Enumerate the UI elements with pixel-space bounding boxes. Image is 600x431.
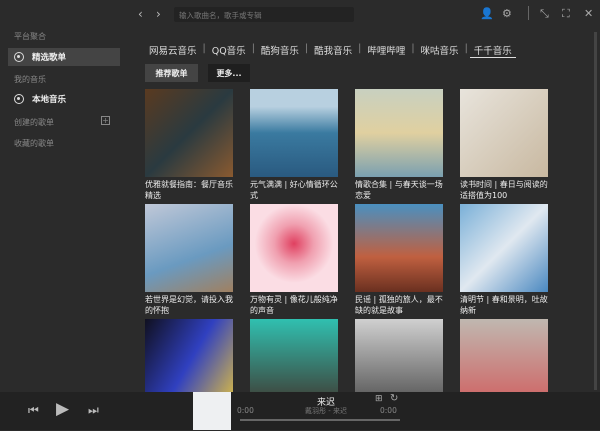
section-platform: 平台聚合 [14,32,46,41]
playlist-cover[interactable] [460,89,548,177]
tab-kugou[interactable]: 酷狗音乐 [257,43,303,58]
source-tabs: 网易云音乐 | QQ音乐 | 酷狗音乐 | 酷我音乐 | 哔哩哔哩 | 咪咕音乐 | 千千音… [145,43,516,58]
playlist-title[interactable]: 读书时间 | 春日与阅读的适搭值为100 [460,179,548,201]
recommended-button[interactable]: 推荐歌单 [145,64,198,82]
playlist-cover[interactable] [145,89,233,177]
playlist-cover[interactable] [460,204,548,292]
playlist-card[interactable]: 元气满满 | 好心情循环公式 [250,89,338,201]
more-button[interactable]: 更多... [208,64,250,82]
song-artist: 戴羽彤 - 来迟 [305,407,347,415]
playlist-cover[interactable] [145,204,233,292]
tab-netease[interactable]: 网易云音乐 [145,43,201,58]
section-my-music: 我的音乐 [14,75,46,84]
playlist-cover[interactable] [250,89,338,177]
tab-qq[interactable]: QQ音乐 [208,43,250,58]
previous-icon[interactable]: ⏮ [28,403,39,418]
playlist-card[interactable]: 万物有灵 | 像花儿般纯净的声音 [250,204,338,316]
progress-bar[interactable] [240,419,400,421]
minimize-icon[interactable]: ⤡ [540,7,549,21]
label: 精选歌单 [32,53,67,63]
playlist-card[interactable]: 优雅就餐指南：餐厅音乐精选 [145,89,233,201]
tab-kuwo[interactable]: 酷我音乐 [310,43,356,58]
playlist-title[interactable]: 清明节 | 春和景明，吐故纳新 [460,294,548,316]
section-created: 创建的歌单 [14,118,54,127]
album-cover[interactable] [193,392,231,430]
playlist-title[interactable]: 万物有灵 | 像花儿般纯净的声音 [250,294,338,316]
disc-icon [14,52,24,62]
player-bar: ⏮ ▶ ⏭ 0:00 来迟 戴羽彤 - 来迟 ⊞ ↻ 0:00 [0,392,600,430]
playlist-card[interactable]: 若世界是幻觉，请投入我的怀抱 [145,204,233,316]
label: 本地音乐 [32,95,67,105]
add-to-folder-icon[interactable]: ⊞ [375,394,383,404]
playlist-cover[interactable] [355,204,443,292]
loop-icon[interactable]: ↻ [390,393,398,404]
current-time: 0:00 [237,406,254,415]
divider [528,6,529,20]
play-icon[interactable]: ▶ [56,399,69,419]
gear-icon[interactable]: ⚙ [502,7,512,20]
sidebar-item-featured[interactable]: 精选歌单 [8,48,120,66]
fullscreen-icon[interactable]: ⛶ [562,7,570,21]
back-icon[interactable]: ‹ [138,7,143,21]
playlist-cover[interactable] [250,204,338,292]
total-time: 0:00 [380,406,397,415]
tab-migu[interactable]: 咪咕音乐 [417,43,463,58]
playlist-cover[interactable] [355,89,443,177]
disc-icon [14,94,24,104]
add-playlist-icon[interactable]: + [101,116,110,125]
section-collected[interactable]: 收藏的歌单 [14,138,54,149]
playlist-card[interactable]: 民谣 | 孤独的旅人，最不缺的就是故事 [355,204,443,316]
tab-bilibili[interactable]: 哔哩哔哩 [363,43,409,58]
playlist-title[interactable]: 元气满满 | 好心情循环公式 [250,179,338,201]
playlist-card[interactable]: 清明节 | 春和景明，吐故纳新 [460,204,548,316]
search-input[interactable]: 输入歌曲名，歌手或专辑 [174,7,354,22]
playlist-title[interactable]: 若世界是幻觉，请投入我的怀抱 [145,294,233,316]
playlist-title[interactable]: 情歌合集 | 与春天谈一场恋爱 [355,179,443,201]
playlist-card[interactable]: 情歌合集 | 与春天谈一场恋爱 [355,89,443,201]
top-bar: ‹ › 输入歌曲名，歌手或专辑 👤 ⚙ ⤡ ⛶ ✕ [130,0,600,30]
forward-icon[interactable]: › [156,7,161,21]
close-icon[interactable]: ✕ [584,7,593,20]
tab-qianqian[interactable]: 千千音乐 [469,43,516,58]
playlist-title[interactable]: 民谣 | 孤独的旅人，最不缺的就是故事 [355,294,443,316]
user-icon[interactable]: 👤 [480,7,494,20]
playlist-title[interactable]: 优雅就餐指南：餐厅音乐精选 [145,179,233,201]
sidebar: 平台聚合 精选歌单 我的音乐 本地音乐 创建的歌单 + 收藏的歌单 [0,0,130,392]
playlist-card[interactable]: 读书时间 | 春日与阅读的适搭值为100 [460,89,548,201]
next-icon[interactable]: ⏭ [88,403,99,418]
scrollbar[interactable] [594,32,597,390]
sidebar-item-local[interactable]: 本地音乐 [8,90,120,108]
